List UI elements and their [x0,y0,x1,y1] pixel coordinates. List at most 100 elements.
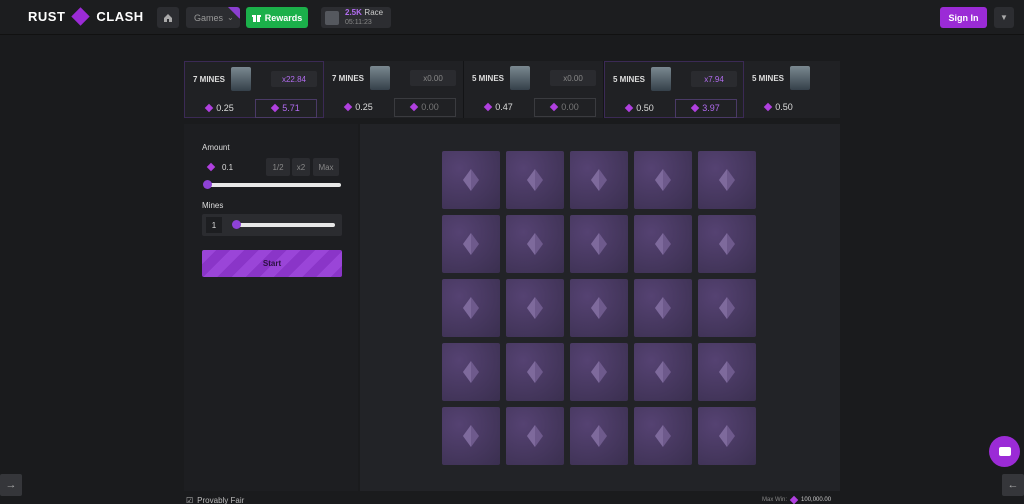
mine-tile[interactable] [634,407,692,465]
max-button[interactable]: Max [313,158,339,176]
mine-tile[interactable] [698,215,756,273]
recent-game-card[interactable]: 5 MINES 0.50 [744,61,840,118]
multiplier: x0.00 [410,70,456,86]
avatar [510,66,531,90]
recent-game-card[interactable]: 7 MINES x0.00 0.25 0.00 [324,61,464,118]
recent-game-card[interactable]: 7 MINES x22.84 0.25 5.71 [184,61,324,118]
bet-value: 0.25 [355,102,373,112]
bet-amount: 0.47 [464,97,534,117]
mine-tile[interactable] [570,151,628,209]
mine-tile[interactable] [634,343,692,401]
chat-button[interactable] [989,436,1020,467]
chevron-down-icon[interactable]: ▼ [994,7,1014,28]
gem-icon [719,425,735,447]
gem-icon [719,169,735,191]
games-dropdown[interactable]: Games ⌄ [186,7,240,28]
recent-games-strip: 7 MINES x22.84 0.25 5.71 7 MINES x0.00 0.25 0.0… [184,61,840,118]
gem-icon [527,297,543,319]
mine-tile[interactable] [442,343,500,401]
mines-count: 7 MINES [332,73,365,83]
amount-value: 0.1 [222,162,234,172]
chevron-down-icon: ⌄ [227,13,234,22]
games-label: Games [194,12,224,23]
arrow-left-icon[interactable]: ← [1002,474,1024,496]
arrow-right-icon[interactable]: → [0,474,22,496]
mines-slider[interactable] [232,220,335,229]
mine-tile[interactable] [698,407,756,465]
provably-fair-label: Provably Fair [197,496,245,504]
mine-tile[interactable] [634,151,692,209]
gem-icon [789,495,799,504]
amount-input[interactable]: 0.1 [202,158,262,176]
start-button[interactable]: Start [202,250,342,277]
max-win-label: Max Win: [762,497,788,503]
mine-tile[interactable] [506,215,564,273]
gem-icon [655,169,671,191]
bet-amount: 0.50 [744,97,814,117]
mine-tile[interactable] [698,279,756,337]
logo-text-left: RUST [28,9,66,24]
mine-tile[interactable] [506,151,564,209]
amount-slider[interactable] [203,180,341,189]
mine-tile[interactable] [570,407,628,465]
avatar [651,67,672,91]
double-button[interactable]: x2 [292,158,310,176]
gift-icon [251,15,261,22]
mine-tile[interactable] [442,215,500,273]
mine-tile[interactable] [442,407,500,465]
mine-tile[interactable] [570,343,628,401]
chat-icon [998,447,1011,456]
payout-value: 0.00 [421,102,439,112]
home-button[interactable] [157,7,179,28]
mine-tile[interactable] [698,151,756,209]
mine-tile[interactable] [634,279,692,337]
rewards-button[interactable]: Rewards [246,7,308,28]
multiplier: x0.00 [550,70,596,86]
mine-tile[interactable] [506,407,564,465]
gem-icon [527,233,543,255]
gem-icon [527,425,543,447]
logo-gem-icon [71,7,91,26]
bet-amount: 0.25 [324,97,394,117]
mine-tile[interactable] [570,215,628,273]
home-icon [164,13,172,22]
payout-amount: 0.00 [534,97,596,117]
payout-value: 3.97 [702,103,720,113]
mines-row: 1 [202,214,342,236]
mine-tile[interactable] [442,279,500,337]
race-button[interactable]: 2.5K Race 05:11:23 [321,7,391,28]
sign-in-button[interactable]: Sign In [940,7,987,28]
mine-tile[interactable] [570,279,628,337]
gem-icon [591,361,607,383]
gem-icon [655,425,671,447]
provably-fair-link[interactable]: ☑ Provably Fair [186,496,244,504]
gem-icon [690,103,700,113]
logo[interactable]: RUST CLASH [28,7,144,26]
mine-tile[interactable] [506,343,564,401]
mine-tile[interactable] [442,151,500,209]
mines-slider-thumb[interactable] [232,220,241,229]
race-label: Race [364,8,384,17]
mine-tile[interactable] [698,343,756,401]
half-button[interactable]: 1/2 [266,158,290,176]
mine-tile[interactable] [634,215,692,273]
check-icon: ☑ [186,496,194,504]
gem-icon [655,297,671,319]
gem-icon [204,103,214,113]
gem-icon [483,102,493,112]
recent-game-card[interactable]: 5 MINES x0.00 0.47 0.00 [464,61,604,118]
avatar [790,66,811,90]
gem-icon [463,233,479,255]
multiplier: x22.84 [271,71,317,87]
gem-icon [463,297,479,319]
mine-tile[interactable] [506,279,564,337]
gem-icon [527,361,543,383]
bet-amount: 0.50 [605,98,675,118]
mines-input[interactable]: 1 [206,217,222,233]
gem-icon [719,297,735,319]
gem-icon [409,102,419,112]
gem-icon [655,233,671,255]
top-bar: RUST CLASH Games ⌄ Rewards 2.5K Race 05:… [0,0,1024,35]
amount-slider-thumb[interactable] [203,180,212,189]
recent-game-card[interactable]: 5 MINES x7.94 0.50 3.97 [604,61,744,118]
